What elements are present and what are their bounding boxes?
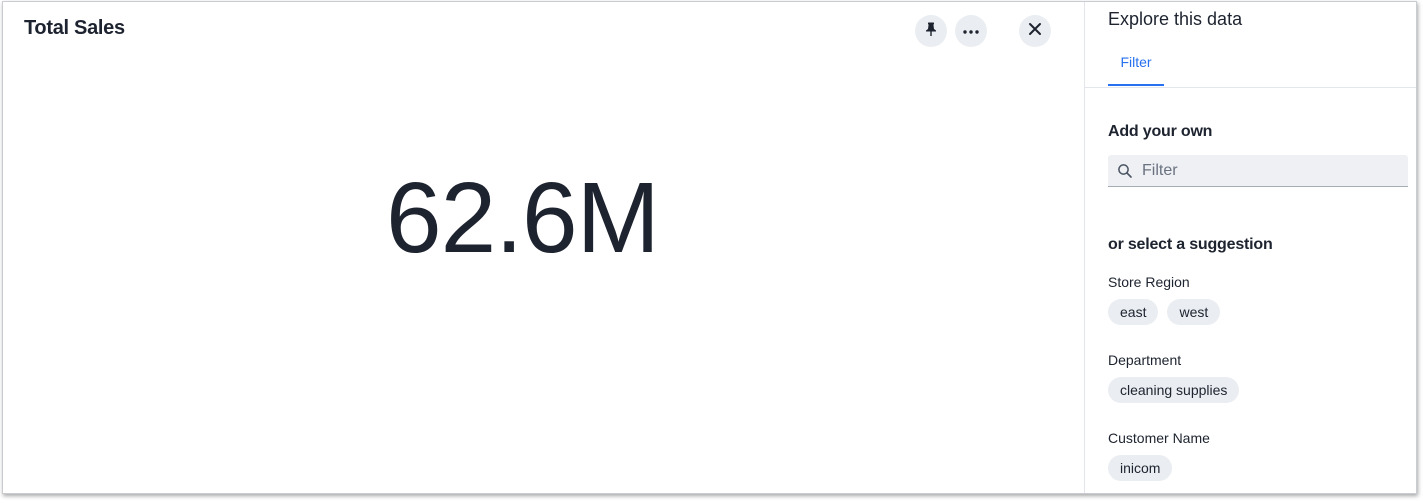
more-horizontal-icon (962, 22, 980, 40)
tab-divider (1085, 87, 1416, 88)
chip-east[interactable]: east (1108, 299, 1159, 325)
group-label-customer-name: Customer Name (1108, 430, 1210, 446)
chip-cleaning-supplies[interactable]: cleaning supplies (1108, 377, 1240, 403)
chip-west[interactable]: west (1167, 299, 1221, 325)
kpi-panel: Total Sales 62.6M (3, 2, 1085, 493)
close-icon (1028, 22, 1042, 41)
pin-button[interactable] (915, 15, 947, 47)
explore-title: Explore this data (1108, 9, 1243, 29)
page-title: Total Sales (24, 17, 125, 39)
add-your-own-label: Add your own (1108, 123, 1213, 140)
chip-row-department: cleaning supplies (1108, 377, 1240, 403)
kpi-value: 62.6M (386, 162, 660, 274)
chip-row-store-region: east west (1108, 299, 1221, 325)
pin-icon (923, 21, 939, 42)
filter-input[interactable] (1140, 160, 1394, 181)
group-label-store-region: Store Region (1108, 274, 1190, 290)
group-label-department: Department (1108, 352, 1182, 368)
filter-field[interactable] (1108, 155, 1408, 187)
tab-filter[interactable]: Filter (1108, 52, 1164, 86)
suggestion-label: or select a suggestion (1108, 236, 1273, 253)
explore-panel: Explore this data Filter Add your own or… (1085, 2, 1416, 493)
search-icon (1108, 163, 1133, 179)
close-button[interactable] (1019, 15, 1051, 47)
chart-modal: Total Sales 62.6M Explore this data Filt… (2, 1, 1417, 494)
more-options-button[interactable] (955, 15, 987, 47)
chip-inicom[interactable]: inicom (1108, 455, 1173, 481)
chip-row-customer-name: inicom (1108, 455, 1173, 481)
